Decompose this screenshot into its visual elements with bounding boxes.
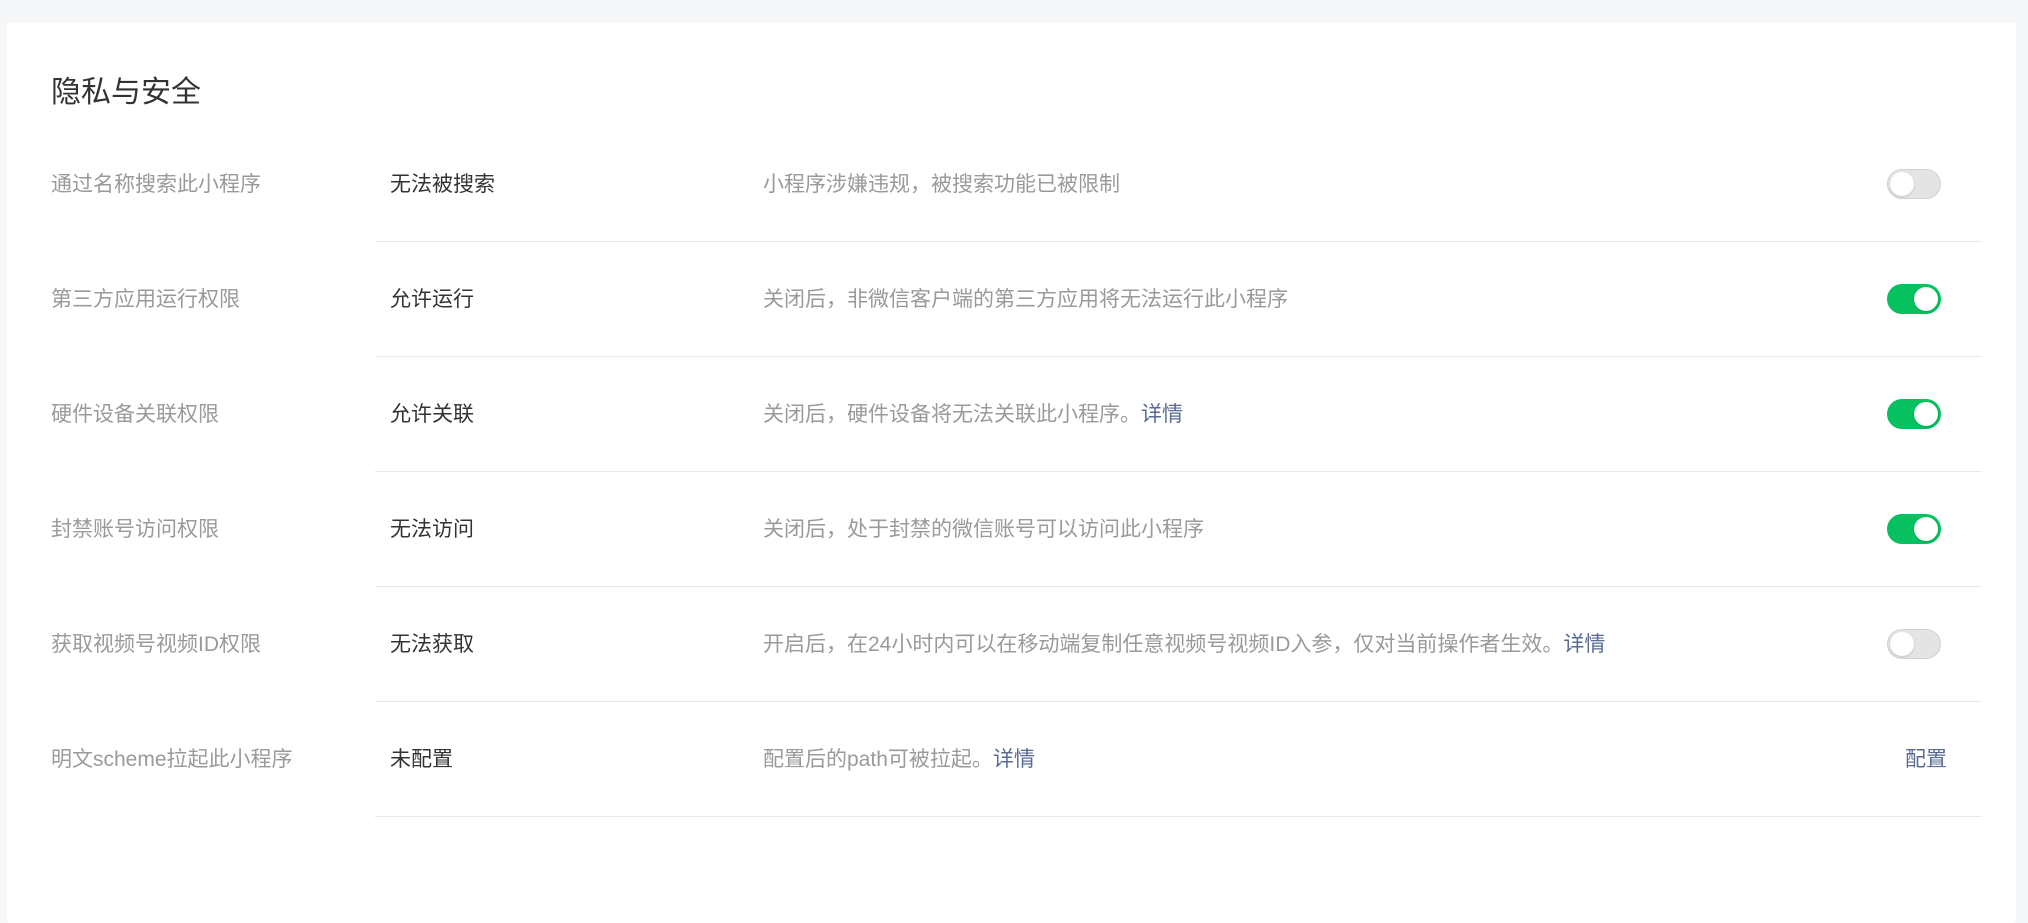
- setting-description: 配置后的path可被拉起。详情: [763, 748, 1035, 771]
- row-divider: [375, 816, 1981, 817]
- banned-account-access-toggle[interactable]: [1887, 514, 1941, 544]
- setting-status: 无法访问: [390, 518, 474, 541]
- toggle-knob: [1890, 632, 1914, 656]
- toggle-knob: [1890, 172, 1914, 196]
- setting-description: 关闭后，处于封禁的微信账号可以访问此小程序: [763, 518, 1204, 541]
- privacy-security-panel: 隐私与安全 通过名称搜索此小程序 无法被搜索 小程序涉嫌违规，被搜索功能已被限制…: [7, 23, 2016, 923]
- configure-link[interactable]: 配置: [1905, 702, 1947, 817]
- setting-row-name-search: 通过名称搜索此小程序 无法被搜索 小程序涉嫌违规，被搜索功能已被限制: [7, 127, 2016, 242]
- hardware-link-toggle[interactable]: [1887, 399, 1941, 429]
- third-party-run-toggle[interactable]: [1887, 284, 1941, 314]
- channels-video-id-toggle[interactable]: [1887, 629, 1941, 659]
- setting-description: 关闭后，硬件设备将无法关联此小程序。详情: [763, 403, 1183, 426]
- setting-label: 获取视频号视频ID权限: [51, 633, 261, 656]
- setting-row-hardware-link: 硬件设备关联权限 允许关联 关闭后，硬件设备将无法关联此小程序。详情: [7, 357, 2016, 472]
- details-link[interactable]: 详情: [1563, 633, 1605, 656]
- setting-description: 关闭后，非微信客户端的第三方应用将无法运行此小程序: [763, 288, 1288, 311]
- setting-description: 小程序涉嫌违规，被搜索功能已被限制: [763, 173, 1120, 196]
- details-link[interactable]: 详情: [1141, 403, 1183, 426]
- setting-description: 开启后，在24小时内可以在移动端复制任意视频号视频ID入参，仅对当前操作者生效。…: [763, 633, 1606, 656]
- toggle-knob: [1914, 287, 1938, 311]
- setting-label: 通过名称搜索此小程序: [51, 173, 261, 196]
- setting-label: 封禁账号访问权限: [51, 518, 219, 541]
- toggle-knob: [1914, 517, 1938, 541]
- setting-row-banned-account-access: 封禁账号访问权限 无法访问 关闭后，处于封禁的微信账号可以访问此小程序: [7, 472, 2016, 587]
- setting-status: 允许关联: [390, 403, 474, 426]
- setting-status: 无法被搜索: [390, 173, 495, 196]
- name-search-toggle[interactable]: [1887, 169, 1941, 199]
- setting-label: 明文scheme拉起此小程序: [51, 748, 293, 771]
- setting-status: 允许运行: [390, 288, 474, 311]
- setting-label: 第三方应用运行权限: [51, 288, 240, 311]
- setting-row-third-party-run: 第三方应用运行权限 允许运行 关闭后，非微信客户端的第三方应用将无法运行此小程序: [7, 242, 2016, 357]
- setting-status: 未配置: [390, 748, 453, 771]
- setting-row-plaintext-scheme: 明文scheme拉起此小程序 未配置 配置后的path可被拉起。详情 配置: [7, 702, 2016, 817]
- setting-row-channels-video-id: 获取视频号视频ID权限 无法获取 开启后，在24小时内可以在移动端复制任意视频号…: [7, 587, 2016, 702]
- setting-status: 无法获取: [390, 633, 474, 656]
- toggle-knob: [1914, 402, 1938, 426]
- details-link[interactable]: 详情: [993, 748, 1035, 771]
- setting-label: 硬件设备关联权限: [51, 403, 219, 426]
- page-title: 隐私与安全: [51, 76, 201, 109]
